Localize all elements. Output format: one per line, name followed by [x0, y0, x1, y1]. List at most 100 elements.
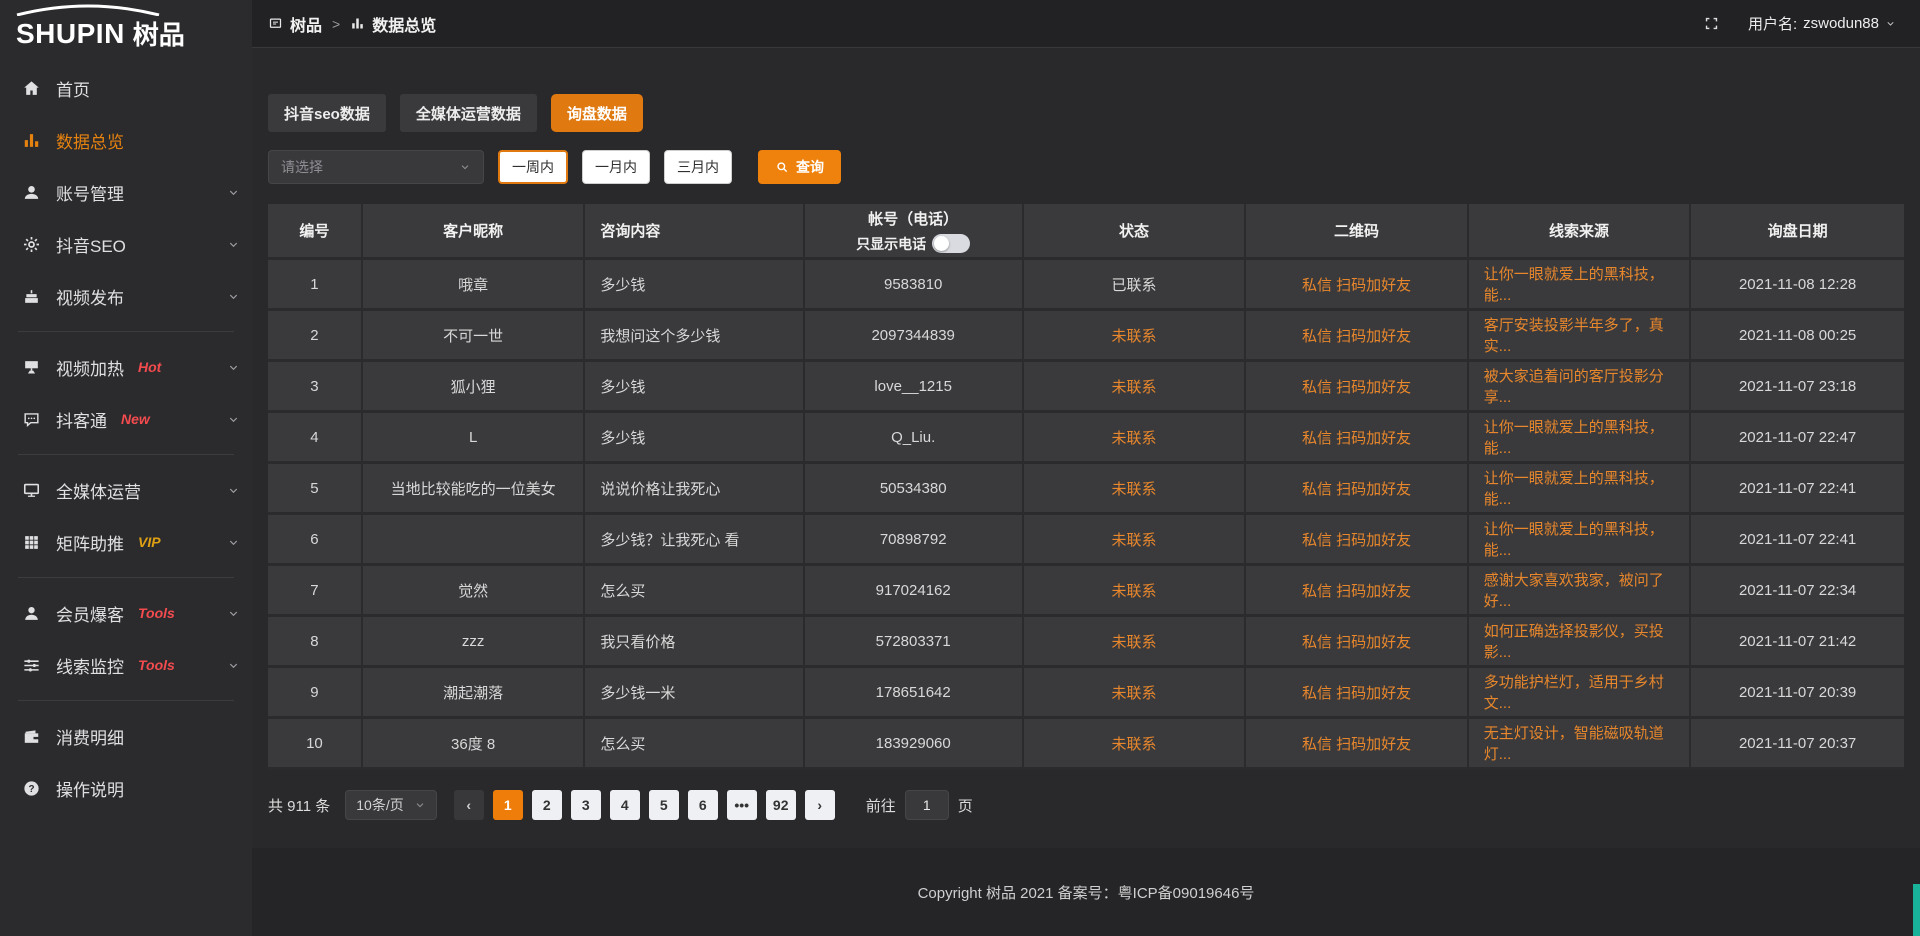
- sidebar-item[interactable]: 消费明细: [0, 710, 252, 762]
- gear-icon: [22, 235, 41, 254]
- chevron-down-icon: [459, 161, 471, 173]
- sidebar-item[interactable]: 会员爆客 Tools: [0, 587, 252, 639]
- cell-qrcode-link[interactable]: 私信 扫码加好友: [1246, 260, 1468, 311]
- sidebar-item-label: 操作说明: [56, 776, 124, 801]
- cell-source-link[interactable]: 被大家追着问的客厅投影分享...: [1469, 362, 1691, 413]
- sidebar-item-label: 抖客通: [56, 407, 107, 432]
- page-button[interactable]: 2: [532, 790, 562, 820]
- cell-status: 未联系: [1024, 566, 1246, 617]
- cell-qrcode-link[interactable]: 私信 扫码加好友: [1246, 719, 1468, 770]
- cell-nickname: 觉然: [363, 566, 585, 617]
- goto-page-input[interactable]: [905, 790, 949, 820]
- filter-select[interactable]: 请选择: [268, 150, 484, 184]
- range-button[interactable]: 三月内: [664, 150, 732, 184]
- page-button[interactable]: 3: [571, 790, 601, 820]
- cell-qrcode-link[interactable]: 私信 扫码加好友: [1246, 311, 1468, 362]
- col-header-status: 状态: [1024, 204, 1246, 260]
- col-header-date: 询盘日期: [1691, 204, 1904, 260]
- cell-qrcode-link[interactable]: 私信 扫码加好友: [1246, 413, 1468, 464]
- phone-only-toggle[interactable]: [932, 234, 970, 253]
- page-button[interactable]: 5: [649, 790, 679, 820]
- cell-no: 6: [268, 515, 363, 566]
- page-button[interactable]: 6: [688, 790, 718, 820]
- tab-button[interactable]: 抖音seo数据: [268, 94, 386, 132]
- sidebar-item[interactable]: 线索监控 Tools: [0, 639, 252, 691]
- page-button[interactable]: 92: [766, 790, 796, 820]
- sidebar-item[interactable]: 矩阵助推 VIP: [0, 516, 252, 568]
- cell-content: 多少钱: [585, 260, 804, 311]
- sidebar-item[interactable]: 抖音SEO: [0, 218, 252, 270]
- col-header-no: 编号: [268, 204, 363, 260]
- next-page-button[interactable]: ›: [805, 790, 835, 820]
- cell-qrcode-link[interactable]: 私信 扫码加好友: [1246, 668, 1468, 719]
- main-content: 抖音seo数据 全媒体运营数据 询盘数据 请选择 一周内 一月内 三月内 查询: [252, 48, 1920, 936]
- range-button[interactable]: 一月内: [582, 150, 650, 184]
- filter-select-placeholder: 请选择: [281, 157, 323, 177]
- prev-page-button[interactable]: ‹: [454, 790, 484, 820]
- col-header-account: 帐号（电话） 只显示电话: [805, 204, 1024, 260]
- cell-no: 9: [268, 668, 363, 719]
- cell-source-link[interactable]: 让你一眼就爱上的黑科技，能...: [1469, 260, 1691, 311]
- cell-source-link[interactable]: 多功能护栏灯，适用于乡村文...: [1469, 668, 1691, 719]
- board-icon: [268, 16, 283, 31]
- sidebar-item[interactable]: 首页: [0, 62, 252, 114]
- cell-qrcode-link[interactable]: 私信 扫码加好友: [1246, 566, 1468, 617]
- query-button[interactable]: 查询: [758, 150, 841, 184]
- sidebar-item[interactable]: 全媒体运营: [0, 464, 252, 516]
- sidebar-item[interactable]: 账号管理: [0, 166, 252, 218]
- query-button-label: 查询: [796, 157, 824, 177]
- page-button[interactable]: •••: [727, 790, 757, 820]
- cell-source-link[interactable]: 让你一眼就爱上的黑科技，能...: [1469, 515, 1691, 566]
- tab-button[interactable]: 全媒体运营数据: [400, 94, 537, 132]
- sidebar-item-label: 会员爆客: [56, 601, 124, 626]
- scroll-indicator[interactable]: [1913, 884, 1920, 936]
- cell-qrcode-link[interactable]: 私信 扫码加好友: [1246, 362, 1468, 413]
- sidebar-item[interactable]: ? 操作说明: [0, 762, 252, 814]
- cell-status: 未联系: [1024, 413, 1246, 464]
- topbar: 树品 > 数据总览 用户名: zswodun88: [252, 0, 1920, 48]
- range-button[interactable]: 一周内: [498, 150, 568, 184]
- cell-qrcode-link[interactable]: 私信 扫码加好友: [1246, 464, 1468, 515]
- divider: [18, 577, 234, 578]
- sidebar-item[interactable]: 抖客通 New: [0, 393, 252, 445]
- cell-qrcode-link[interactable]: 私信 扫码加好友: [1246, 515, 1468, 566]
- sidebar-item[interactable]: 视频发布: [0, 270, 252, 322]
- chevron-down-icon: [414, 799, 426, 811]
- data-tabs: 抖音seo数据 全媒体运营数据 询盘数据: [268, 94, 1904, 132]
- goto-label: 前往: [866, 795, 896, 816]
- cell-source-link[interactable]: 让你一眼就爱上的黑科技，能...: [1469, 464, 1691, 515]
- cell-account: Q_Liu.: [805, 413, 1024, 464]
- sidebar-item[interactable]: 视频加热 Hot: [0, 341, 252, 393]
- cell-nickname: zzz: [363, 617, 585, 668]
- breadcrumb-root[interactable]: 树品: [290, 12, 322, 36]
- page-button[interactable]: 1: [493, 790, 523, 820]
- member-icon: [22, 604, 41, 623]
- cell-source-link[interactable]: 让你一眼就爱上的黑科技，能...: [1469, 413, 1691, 464]
- logo-text-cn: 树品: [133, 22, 185, 48]
- svg-text:?: ?: [28, 783, 34, 794]
- breadcrumb: 树品 > 数据总览: [252, 12, 436, 36]
- cell-date: 2021-11-07 20:37: [1691, 719, 1904, 770]
- col-header-qrcode: 二维码: [1246, 204, 1468, 260]
- cell-source-link[interactable]: 客厅安装投影半年多了，真实...: [1469, 311, 1691, 362]
- tab-button[interactable]: 询盘数据: [551, 94, 643, 132]
- sidebar-item[interactable]: 数据总览: [0, 114, 252, 166]
- user-menu[interactable]: 用户名: zswodun88: [1748, 13, 1896, 34]
- cell-nickname: L: [363, 413, 585, 464]
- col-header-source: 线索来源: [1469, 204, 1691, 260]
- sidebar-item-badge: VIP: [138, 534, 161, 550]
- cell-qrcode-link[interactable]: 私信 扫码加好友: [1246, 617, 1468, 668]
- cell-no: 3: [268, 362, 363, 413]
- fullscreen-icon[interactable]: [1703, 15, 1720, 32]
- cell-source-link[interactable]: 无主灯设计，智能磁吸轨道灯...: [1469, 719, 1691, 770]
- page-size-select[interactable]: 10条/页: [345, 790, 436, 820]
- username-label: 用户名:: [1748, 13, 1797, 34]
- table-row: 9 潮起潮落 多少钱一米 178651642 未联系 私信 扫码加好友 多功能护…: [268, 668, 1904, 719]
- cell-content: 我只看价格: [585, 617, 804, 668]
- toggle-knob: [934, 236, 949, 251]
- table-header-row: 编号 客户昵称 咨询内容 帐号（电话） 只显示电话 状态 二维码 线索来源 询盘…: [268, 204, 1904, 260]
- page-button[interactable]: 4: [610, 790, 640, 820]
- sidebar-item-label: 矩阵助推: [56, 530, 124, 555]
- cell-source-link[interactable]: 感谢大家喜欢我家，被问了好...: [1469, 566, 1691, 617]
- cell-source-link[interactable]: 如何正确选择投影仪，买投影...: [1469, 617, 1691, 668]
